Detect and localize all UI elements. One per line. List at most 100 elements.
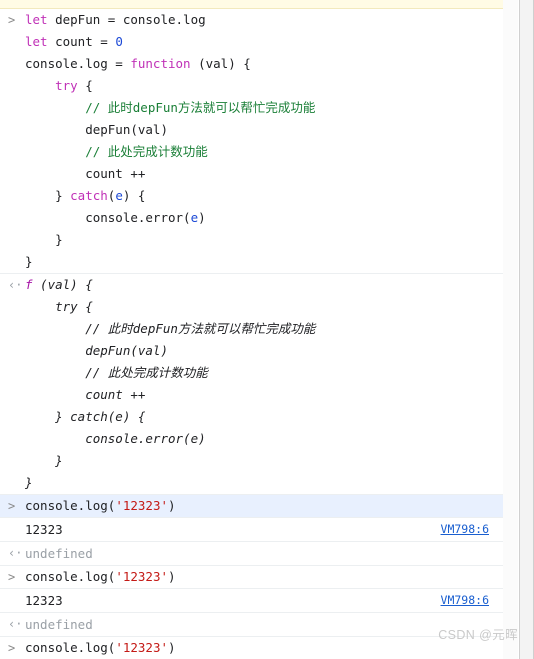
code-token: catch <box>70 188 108 203</box>
console-input-row[interactable]: > console.log('12323') <box>0 495 503 518</box>
code-line: } <box>25 472 499 494</box>
code-token: count ++ <box>25 166 146 181</box>
code-token: let <box>25 34 56 49</box>
code-token: } <box>25 254 33 269</box>
code-line: f (val) { <box>25 274 499 296</box>
code-line: } catch(e) { <box>25 406 499 428</box>
panel-divider-left <box>519 0 520 659</box>
code-token: ) <box>168 498 176 513</box>
code-token: '12323' <box>115 569 168 584</box>
code-token: console.error(e) <box>25 431 206 446</box>
code-line: console.log('12323') <box>25 637 499 659</box>
code-token: } <box>25 232 63 247</box>
code-token: } catch(e) { <box>25 409 146 424</box>
console-input-code: console.log('12323') <box>0 637 503 659</box>
code-line: // 此时depFun方法就可以帮忙完成功能 <box>25 97 499 119</box>
code-token: console.log( <box>25 640 116 655</box>
code-line: // 此处完成计数功能 <box>25 141 499 163</box>
code-line: console.log('12323') <box>25 495 499 517</box>
code-token: // 此时depFun方法就可以帮忙完成功能 <box>25 321 316 336</box>
code-token: try <box>55 78 78 93</box>
panel-right-gutter <box>520 0 534 659</box>
code-token: console.log( <box>25 569 116 584</box>
code-token: (val) { <box>32 277 93 292</box>
code-token: // 此时depFun方法就可以帮忙完成功能 <box>25 100 316 115</box>
console-input-row[interactable]: > let depFun = console.log let count = 0 co… <box>0 9 503 274</box>
code-token: count = <box>55 34 116 49</box>
console-scrollbar-track[interactable] <box>503 0 518 659</box>
console-output-code: f (val) { try { // 此时depFun方法就可以帮忙完成功能 d… <box>0 274 503 494</box>
code-token: let <box>25 12 56 27</box>
console-input-code: console.log('12323') <box>0 566 503 588</box>
code-token: ) <box>198 210 206 225</box>
code-token: try { <box>25 299 93 314</box>
output-return-icon: ‹· <box>8 617 23 631</box>
code-token: function <box>130 56 199 71</box>
code-line: } <box>25 450 499 472</box>
code-line: try { <box>25 75 499 97</box>
code-line: depFun(val) <box>25 119 499 141</box>
code-token: } <box>25 188 71 203</box>
output-return-icon: ‹· <box>8 546 23 560</box>
input-prompt-icon: > <box>8 13 16 27</box>
code-token: f <box>25 277 33 292</box>
code-token: console.log( <box>25 498 116 513</box>
code-line: depFun(val) <box>25 340 499 362</box>
code-token: // 此处完成计数功能 <box>25 365 208 380</box>
code-line: let depFun = console.log <box>25 9 499 31</box>
console-log-row[interactable]: 12323 VM798:6 <box>0 589 503 613</box>
code-line: let count = 0 <box>25 31 499 53</box>
console-input-code: console.log('12323') <box>0 495 503 517</box>
code-token: } <box>25 475 33 490</box>
code-token: ) <box>168 569 176 584</box>
console-input-code: let depFun = console.log let count = 0 con… <box>0 9 503 273</box>
code-line: } <box>25 251 499 273</box>
console-input-row[interactable]: > console.log('12323') <box>0 637 503 659</box>
code-line: } <box>25 229 499 251</box>
code-token: ) <box>168 640 176 655</box>
console-input-row[interactable]: > console.log('12323') <box>0 566 503 589</box>
code-token: ) { <box>122 188 146 203</box>
console-log-text: 12323 <box>25 593 63 608</box>
console-result-text: undefined <box>25 617 93 632</box>
code-line: console.error(e) <box>25 428 499 450</box>
code-line: try { <box>25 296 499 318</box>
input-prompt-icon: > <box>8 641 16 655</box>
code-line: console.log = function (val) { <box>25 53 499 75</box>
console-output-object-row[interactable]: ‹· f (val) { try { // 此时depFun方法就可以帮忙完成功能… <box>0 274 503 495</box>
console-warning-row-partial[interactable] <box>0 0 503 9</box>
input-prompt-icon: > <box>8 570 16 584</box>
code-token: { <box>77 78 93 93</box>
code-token: (val) { <box>198 56 251 71</box>
code-line: count ++ <box>25 163 499 185</box>
code-line: console.error(e) <box>25 207 499 229</box>
console-result-row[interactable]: ‹· undefined <box>0 542 503 566</box>
code-token: depFun = console.log <box>55 12 206 27</box>
console-log-row[interactable]: 12323 VM798:6 <box>0 518 503 542</box>
code-token: depFun(val) <box>25 343 168 358</box>
console-result-row[interactable]: ‹· undefined <box>0 613 503 637</box>
console-source-link[interactable]: VM798:6 <box>441 589 489 612</box>
code-token: e <box>115 188 123 203</box>
code-token: '12323' <box>115 498 168 513</box>
console-log-text: 12323 <box>25 522 63 537</box>
code-token: console.error( <box>25 210 191 225</box>
code-line: // 此时depFun方法就可以帮忙完成功能 <box>25 318 499 340</box>
code-token: e <box>190 210 199 225</box>
console-source-link[interactable]: VM798:6 <box>441 518 489 541</box>
code-token: '12323' <box>115 640 168 655</box>
code-line: } catch(e) { <box>25 185 499 207</box>
code-token: count ++ <box>25 387 146 402</box>
code-token: depFun(val) <box>25 122 168 137</box>
console-result-text: undefined <box>25 546 93 561</box>
output-return-icon: ‹· <box>8 278 23 292</box>
code-token: console.log = <box>25 56 131 71</box>
devtools-console-panel[interactable]: > let depFun = console.log let count = 0 co… <box>0 0 534 659</box>
console-message-list[interactable]: > let depFun = console.log let count = 0 co… <box>0 0 503 659</box>
code-line: console.log('12323') <box>25 566 499 588</box>
code-token: // 此处完成计数功能 <box>25 144 208 159</box>
code-token: 0 <box>115 34 123 49</box>
code-line: // 此处完成计数功能 <box>25 362 499 384</box>
input-prompt-icon: > <box>8 499 16 513</box>
